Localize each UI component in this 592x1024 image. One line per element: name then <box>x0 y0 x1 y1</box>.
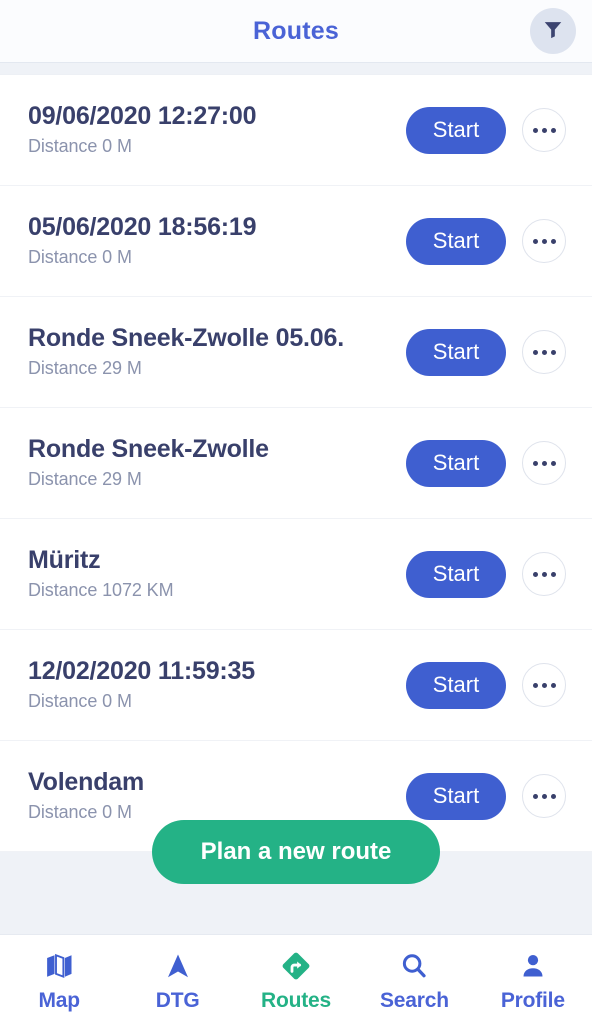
ellipsis-icon <box>541 460 547 466</box>
search-icon <box>399 950 429 982</box>
table-row[interactable]: 12/02/2020 11:59:35 Distance 0 M Start <box>0 630 592 741</box>
app-header: Routes <box>0 0 592 62</box>
routes-list[interactable]: 09/06/2020 12:27:00 Distance 0 M Start 0… <box>0 75 592 852</box>
ellipsis-icon <box>532 127 538 133</box>
nav-label-search: Search <box>379 989 449 1012</box>
nav-label-dtg: DTG <box>155 989 200 1012</box>
ellipsis-icon <box>550 238 556 244</box>
ellipsis-icon <box>550 127 556 133</box>
ellipsis-icon <box>532 793 538 799</box>
more-options-button[interactable] <box>522 330 566 374</box>
route-title: Ronde Sneek-Zwolle <box>28 435 269 464</box>
routes-screen: Routes 09/06/2020 12:27:00 Distance 0 M … <box>0 0 592 1024</box>
ellipsis-icon <box>550 682 556 688</box>
route-distance: Distance 1072 KM <box>28 580 174 601</box>
nav-item-map[interactable]: Map <box>0 935 118 1024</box>
header-separator <box>0 62 592 75</box>
nav-label-profile: Profile <box>500 989 565 1012</box>
route-title: Müritz <box>28 546 101 575</box>
ellipsis-icon <box>532 682 538 688</box>
table-row[interactable]: Ronde Sneek-Zwolle 05.06. Distance 29 M … <box>0 297 592 408</box>
route-turn-icon <box>280 950 312 982</box>
route-title: 09/06/2020 12:27:00 <box>28 102 257 131</box>
start-button[interactable]: Start <box>406 550 506 598</box>
more-options-button[interactable] <box>522 552 566 596</box>
route-title: 05/06/2020 18:56:19 <box>28 213 257 242</box>
ellipsis-icon <box>532 571 538 577</box>
navigation-arrow-icon <box>163 950 193 982</box>
ellipsis-icon <box>550 349 556 355</box>
ellipsis-icon <box>532 349 538 355</box>
more-options-button[interactable] <box>522 774 566 818</box>
start-button[interactable]: Start <box>406 772 506 820</box>
nav-item-search[interactable]: Search <box>355 935 473 1024</box>
plan-new-route-button[interactable]: Plan a new route <box>152 820 440 884</box>
route-title: Ronde Sneek-Zwolle 05.06. <box>28 324 344 353</box>
page-title: Routes <box>253 16 339 45</box>
ellipsis-icon <box>541 349 547 355</box>
nav-label-map: Map <box>38 989 81 1012</box>
nav-label-routes: Routes <box>261 989 331 1012</box>
nav-item-profile[interactable]: Profile <box>474 935 592 1024</box>
table-row[interactable]: Müritz Distance 1072 KM Start <box>0 519 592 630</box>
more-options-button[interactable] <box>522 219 566 263</box>
person-icon <box>518 950 548 982</box>
start-button[interactable]: Start <box>406 106 506 154</box>
start-button[interactable]: Start <box>406 439 506 487</box>
ellipsis-icon <box>550 793 556 799</box>
filter-funnel-icon <box>542 18 564 45</box>
more-options-button[interactable] <box>522 108 566 152</box>
ellipsis-icon <box>541 793 547 799</box>
route-info: 05/06/2020 18:56:19 Distance 0 M <box>28 213 406 268</box>
route-distance: Distance 0 M <box>28 136 132 157</box>
route-title: 12/02/2020 11:59:35 <box>28 657 255 686</box>
ellipsis-icon <box>541 238 547 244</box>
more-options-button[interactable] <box>522 441 566 485</box>
start-button[interactable]: Start <box>406 217 506 265</box>
route-distance: Distance 29 M <box>28 358 142 379</box>
cta-area: Plan a new route <box>0 820 592 934</box>
route-info: Ronde Sneek-Zwolle 05.06. Distance 29 M <box>28 324 406 379</box>
table-row[interactable]: 05/06/2020 18:56:19 Distance 0 M Start <box>0 186 592 297</box>
nav-item-routes[interactable]: Routes <box>237 935 355 1024</box>
table-row[interactable]: Ronde Sneek-Zwolle Distance 29 M Start <box>0 408 592 519</box>
bottom-navigation: Map DTG Routes Search Profile <box>0 934 592 1024</box>
ellipsis-icon <box>532 460 538 466</box>
map-icon <box>44 950 74 982</box>
route-distance: Distance 0 M <box>28 691 132 712</box>
route-info: Volendam Distance 0 M <box>28 768 406 823</box>
start-button[interactable]: Start <box>406 328 506 376</box>
route-info: Müritz Distance 1072 KM <box>28 546 406 601</box>
ellipsis-icon <box>532 238 538 244</box>
route-title: Volendam <box>28 768 145 797</box>
route-info: 09/06/2020 12:27:00 Distance 0 M <box>28 102 406 157</box>
route-info: 12/02/2020 11:59:35 Distance 0 M <box>28 657 406 712</box>
ellipsis-icon <box>541 682 547 688</box>
ellipsis-icon <box>541 127 547 133</box>
ellipsis-icon <box>550 571 556 577</box>
ellipsis-icon <box>550 460 556 466</box>
more-options-button[interactable] <box>522 663 566 707</box>
table-row[interactable]: 09/06/2020 12:27:00 Distance 0 M Start <box>0 75 592 186</box>
route-distance: Distance 29 M <box>28 469 142 490</box>
route-distance: Distance 0 M <box>28 247 132 268</box>
filter-button[interactable] <box>530 8 576 54</box>
start-button[interactable]: Start <box>406 661 506 709</box>
route-info: Ronde Sneek-Zwolle Distance 29 M <box>28 435 406 490</box>
ellipsis-icon <box>541 571 547 577</box>
nav-item-dtg[interactable]: DTG <box>118 935 236 1024</box>
